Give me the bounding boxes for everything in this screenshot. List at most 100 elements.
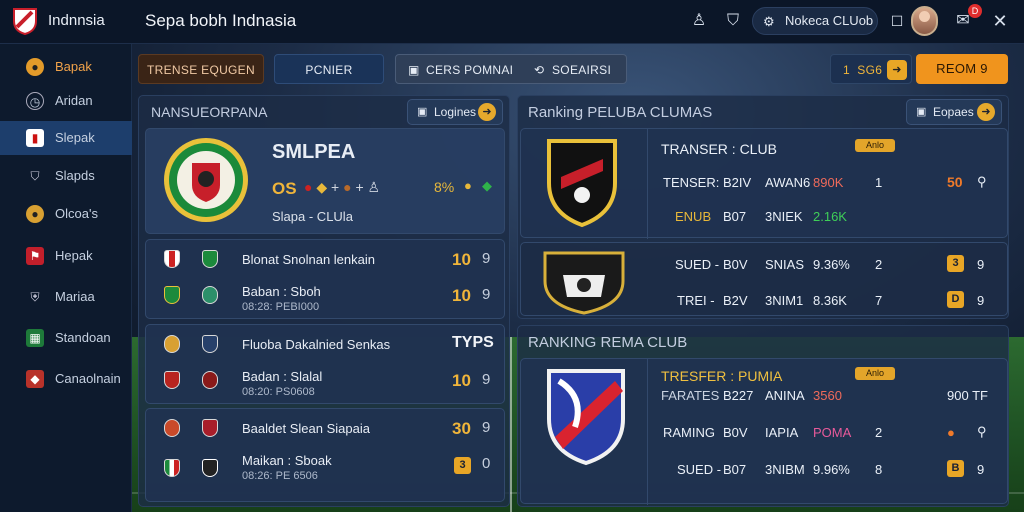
ranking-panel-top: Ranking PELUBA CLUMAS ▣ Eopaes ➜ TRANSER :… [517,95,1009,319]
club-crest-icon [202,371,218,389]
sidebar-item-label: Slapds [55,168,95,183]
featured-icons: ● ◆ + ● + ♙ [304,179,381,195]
sidebar-item-canaolnain[interactable]: ◆ Canaolnain [0,362,132,396]
stat-cell: B2V [723,293,748,308]
top-bar: Indnnsia Sepa bobh Indnasia ♙ ⛉ ⚙ Nokeca … [0,0,1024,44]
gem-icon: ◆ [482,178,492,193]
gear-icon: ⚙ [763,14,775,29]
avatar[interactable] [911,6,938,36]
arrow-icon: ➜ [478,103,496,121]
eopaes-button[interactable]: ▣ Eopaes ➜ [906,99,1002,125]
club-crest-icon [202,335,218,353]
page-title: Sepa bobh Indnasia [145,11,297,30]
sidebar-item-hepak[interactable]: ⚑ Hepak [0,239,132,273]
user-profile-icon[interactable]: ♙ [688,10,710,32]
list-item[interactable]: Blonat Snolnan lenkain Baban : Sboh 08:2… [145,239,505,319]
trophy-icon: ♙ [367,179,381,195]
location-pin-icon[interactable]: ⚲ [977,424,987,440]
match-time: 08:26: PE 6506 [242,470,318,482]
counter-number: 1 [843,63,850,77]
club-crest-icon [202,419,218,437]
club-crest-icon [164,459,180,477]
eopaes-label: Eopaes [933,105,974,119]
tab-soeairsi[interactable]: SOEAIRSI [552,55,611,85]
tab-pcnier[interactable]: PCNIER [274,54,384,84]
list-item[interactable]: Baaldet Slean Siapaia Maikan : Sboak 08:… [145,408,505,502]
match-sub: Baban : Sboh [242,284,321,299]
ranking-club-name: TRANSER : CLUB [661,141,777,157]
score-b: 9 [482,250,491,267]
match-title: Fluoba Dakalnied Senkas [242,337,391,352]
location-pin-icon[interactable]: ⚲ [977,174,987,190]
shield-icon: ⛉ [30,169,40,183]
document-icon: ▣ [916,106,927,118]
sidebar-item-olcoas[interactable]: ● Olcoa's [0,197,132,231]
clock-icon: ◷ [26,92,44,110]
sidebar-item-label: Aridan [55,93,93,108]
shield-settings-icon[interactable]: ⛉ [722,10,744,32]
match-title: Blonat Snolnan lenkain [242,252,375,267]
sidebar-item-label: Standoan [55,330,111,345]
club-crest-icon [164,250,180,268]
flag-icon: ⚑ [26,247,44,265]
tab-transfer-equgen[interactable]: TRENSE EQUGEN [138,54,264,84]
stat-cell: IAPIA [765,425,799,440]
sidebar-item-mariaa[interactable]: ⛨ Mariaa [0,280,132,314]
ranking-club-card[interactable]: TRANSER : CLUB Anlo TENSER: B2IV AWAN6 8… [520,128,1008,239]
tab-cers-pomnai[interactable]: CERS POMNAI [426,55,513,85]
stat-cell: 9 [977,293,985,308]
stat-cell: TREI - [677,293,715,308]
sidebar-item-bapak[interactable]: ● Bapak [0,50,132,84]
club-crest-icon [202,459,218,477]
app-title: Indnnsia [48,12,105,29]
stat-cell: B227 [723,388,754,403]
close-icon[interactable]: ✕ [989,10,1011,32]
club-crest-icon [164,335,180,353]
stat-cell: 3NIBM [765,462,805,477]
stat-cell: 9 [977,257,985,272]
club-crest-icon [202,250,218,268]
orange-action-button[interactable]: REOM 9 [916,54,1008,84]
ranking-club-card[interactable]: SUED - B0V SNIAS 9.36% 2 3 9 TREI - B2V … [520,242,1008,316]
document-icon: ▣ [408,63,420,77]
stat-cell: 3NIM1 [765,293,804,308]
sidebar-item-label: Hepak [55,248,93,263]
ranking-panel-bottom: RANKING REMA CLUB TRESFER : PUMIA Anlo F… [517,325,1009,507]
club-crest-icon [547,369,625,466]
match-title: Baaldet Slean Siapaia [242,421,370,436]
featured-club-name: SMLPEA [272,141,356,163]
sidebar-item-aridan[interactable]: ◷ Aridan [0,84,132,118]
club-crest-icon [164,286,180,304]
score-badge: 3 [454,457,471,474]
club-crest-icon [164,419,180,437]
club-crest-icon: ▮ [26,129,44,147]
stat-cell: 9.36% [813,257,850,272]
stat-cell: SUED - [675,257,720,272]
list-item[interactable]: Fluoba Dakalnied Senkas TYPS Badan : Sla… [145,324,505,404]
club-selector[interactable]: ⚙ Nokeca CLUob [752,7,878,35]
sidebar-item-label: Canaolnain [55,371,121,386]
checkbox-icon[interactable]: ☐ [886,10,908,32]
left-panel-title: NANSUEORPANA [151,104,268,120]
counter-button[interactable]: 1 SG6 ➜ [830,54,912,84]
sidebar-item-slapds[interactable]: ⛉ Slapds [0,159,132,193]
tab-group: ▣ CERS POMNAI ⟲ SOEAIRSI [395,54,627,84]
featured-percent: 8% [434,179,455,195]
featured-club-card[interactable]: SMLPEA OS ● ◆ + ● + ♙ 8% ● ◆ Slapa - CLU… [145,128,505,234]
ranking-club-card[interactable]: TRESFER : PUMIA Anlo FARATES B227 ANINA … [520,358,1008,505]
match-sub: Maikan : Sboak [242,453,332,468]
document-icon: ▣ [417,106,428,118]
sidebar-item-slepak[interactable]: ▮ Slepak [0,121,132,155]
sidebar-item-standoan[interactable]: ▦ Standoan [0,321,132,355]
logines-button[interactable]: ▣ Logines ➜ [407,99,503,125]
crest-icon: ◆ [26,370,44,388]
stat-cell: B07 [723,462,747,477]
stat-cell: FARATES [661,388,720,403]
score-badge: B [947,460,964,477]
sidebar-item-label: Mariaa [55,289,95,304]
status-badge: Anlo [855,367,895,380]
sidebar-item-label: Olcoa's [55,206,98,221]
left-panel: NANSUEORPANA ▣ Logines ➜ SMLPEA OS ● ◆ + ●… [138,95,510,507]
stat-cell: ANINA [765,388,805,403]
app-logo-icon [13,8,37,35]
